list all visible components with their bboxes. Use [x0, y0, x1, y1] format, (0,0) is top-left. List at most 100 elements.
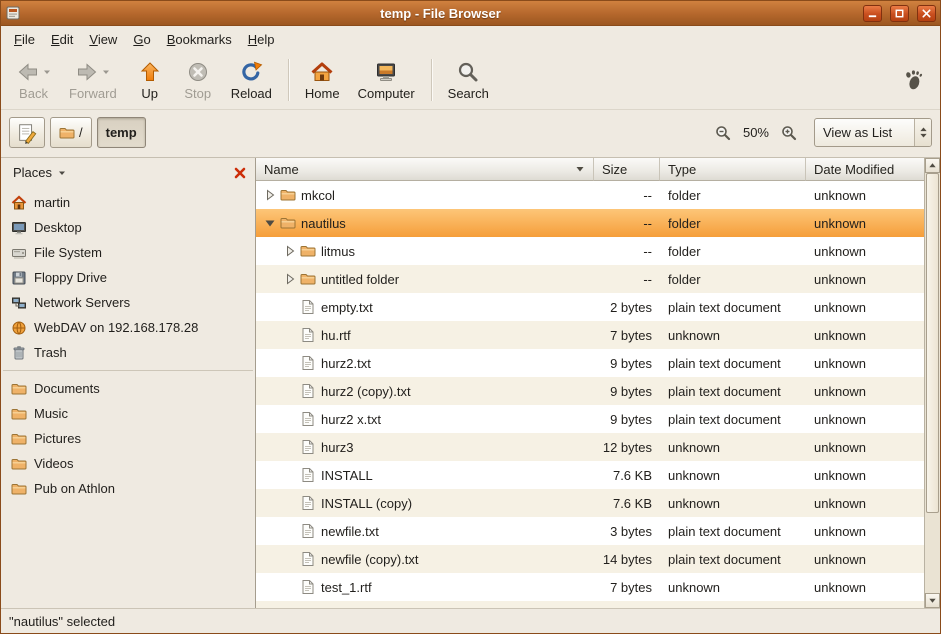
expand-icon[interactable]	[282, 272, 298, 286]
column-header-name[interactable]: Name	[256, 158, 594, 181]
file-size: 7 bytes	[594, 328, 660, 343]
place-item-webdav-on-192-168-178-28[interactable]: WebDAV on 192.168.178.28	[1, 315, 255, 340]
collapse-icon[interactable]	[262, 216, 278, 230]
file-size: 12 bytes	[594, 440, 660, 455]
file-row-mkcol[interactable]: mkcol--folderunknown	[256, 181, 924, 209]
file-name: newfile (copy).txt	[321, 552, 419, 567]
place-item-network-servers[interactable]: Network Servers	[1, 290, 255, 315]
menu-view[interactable]: View	[81, 28, 125, 51]
stop-icon	[186, 60, 210, 84]
place-item-trash[interactable]: Trash	[1, 340, 255, 365]
stepper-icon[interactable]	[914, 119, 931, 146]
home-user-icon	[11, 195, 27, 211]
view-mode-select[interactable]: View as List	[814, 118, 932, 147]
menu-help[interactable]: Help	[240, 28, 283, 51]
path-root-button[interactable]: /	[50, 117, 92, 148]
window-title: temp - File Browser	[26, 6, 855, 21]
file-type: unknown	[660, 496, 806, 511]
stop-button: Stop	[174, 56, 222, 104]
file-type: plain text document	[660, 300, 806, 315]
forward-icon	[75, 60, 99, 84]
places-title: Places	[13, 165, 52, 180]
file-row-install[interactable]: INSTALL7.6 KBunknownunknown	[256, 461, 924, 489]
computer-button[interactable]: Computer	[349, 56, 424, 104]
column-label-date-modified: Date Modified	[814, 162, 894, 177]
menu-bookmarks[interactable]: Bookmarks	[159, 28, 240, 51]
file-row-untitled-folder[interactable]: untitled folder--folderunknown	[256, 265, 924, 293]
places-dropdown[interactable]: Places	[5, 161, 74, 184]
place-label: Trash	[34, 345, 67, 360]
file-row-hurz2-txt[interactable]: hurz2.txt9 bytesplain text documentunkno…	[256, 349, 924, 377]
zoom-in-button[interactable]	[777, 123, 801, 143]
file-name: litmus	[321, 244, 355, 259]
file-row-newfile-copy-txt[interactable]: newfile (copy).txt14 bytesplain text doc…	[256, 545, 924, 573]
file-type: unknown	[660, 468, 806, 483]
folder-icon	[300, 243, 316, 259]
file-date-modified: unknown	[806, 552, 924, 567]
search-icon	[456, 60, 480, 84]
titlebar[interactable]: temp - File Browser	[1, 1, 940, 26]
chevron-down-icon	[58, 169, 66, 177]
toggle-location-entry-button[interactable]	[9, 117, 45, 148]
close-button[interactable]	[917, 5, 936, 22]
file-row-nautilus[interactable]: nautilus--folderunknown	[256, 209, 924, 237]
maximize-button[interactable]	[890, 5, 909, 22]
scrollbar-thumb[interactable]	[926, 173, 939, 513]
file-row-install-copy[interactable]: INSTALL (copy)7.6 KBunknownunknown	[256, 489, 924, 517]
place-item-music[interactable]: Music	[1, 401, 255, 426]
file-row-test-1-rtf[interactable]: test_1.rtf7 bytesunknownunknown	[256, 573, 924, 601]
zoom-out-button[interactable]	[711, 123, 735, 143]
column-header-type[interactable]: Type	[660, 158, 806, 181]
menu-file[interactable]: File	[6, 28, 43, 51]
edit-location-icon	[16, 122, 38, 144]
file-row-litmus[interactable]: litmus--folderunknown	[256, 237, 924, 265]
column-label-name: Name	[264, 162, 299, 177]
file-row-newfile-txt[interactable]: newfile.txt3 bytesplain text documentunk…	[256, 517, 924, 545]
expand-icon[interactable]	[282, 244, 298, 258]
file-row-hurz3[interactable]: hurz312 bytesunknownunknown	[256, 433, 924, 461]
menu-edit[interactable]: Edit	[43, 28, 81, 51]
place-item-videos[interactable]: Videos	[1, 451, 255, 476]
file-row-hu-rtf[interactable]: hu.rtf7 bytesunknownunknown	[256, 321, 924, 349]
place-item-file-system[interactable]: File System	[1, 240, 255, 265]
network-icon	[11, 295, 27, 311]
menu-go[interactable]: Go	[125, 28, 158, 51]
file-name: test_1.rtf	[321, 580, 372, 595]
place-item-desktop[interactable]: Desktop	[1, 215, 255, 240]
scroll-down-button[interactable]	[925, 593, 940, 608]
file-row-empty-txt[interactable]: empty.txt2 bytesplain text documentunkno…	[256, 293, 924, 321]
place-item-pub-on-athlon[interactable]: Pub on Athlon	[1, 476, 255, 501]
menubar: FileEditViewGoBookmarksHelp	[1, 26, 940, 53]
column-header-size[interactable]: Size	[594, 158, 660, 181]
path-current-button[interactable]: temp	[97, 117, 146, 148]
place-item-documents[interactable]: Documents	[1, 376, 255, 401]
vertical-scrollbar[interactable]	[924, 158, 940, 608]
expand-icon[interactable]	[262, 188, 278, 202]
file-size: 9 bytes	[594, 384, 660, 399]
scrollbar-track[interactable]	[925, 173, 940, 593]
file-date-modified: unknown	[806, 496, 924, 511]
reload-button[interactable]: Reload	[222, 56, 281, 104]
file-type: unknown	[660, 328, 806, 343]
drive-icon	[11, 245, 27, 261]
zoom-level: 50%	[743, 125, 769, 140]
search-button[interactable]: Search	[439, 56, 498, 104]
folder-icon	[11, 431, 27, 447]
file-row-untitled-folder-2[interactable]: untitled folder (2)1.7 KBunknownunknown	[256, 601, 924, 608]
close-side-pane-button[interactable]	[229, 164, 251, 182]
scroll-up-button[interactable]	[925, 158, 940, 173]
file-type: unknown	[660, 580, 806, 595]
place-item-martin[interactable]: martin	[1, 190, 255, 215]
file-size: 2 bytes	[594, 300, 660, 315]
file-row-hurz2-copy-txt[interactable]: hurz2 (copy).txt9 bytesplain text docume…	[256, 377, 924, 405]
minimize-button[interactable]	[863, 5, 882, 22]
place-item-pictures[interactable]: Pictures	[1, 426, 255, 451]
file-icon	[300, 355, 316, 371]
up-button[interactable]: Up	[126, 56, 174, 104]
home-button[interactable]: Home	[296, 56, 349, 104]
place-item-floppy-drive[interactable]: Floppy Drive	[1, 265, 255, 290]
file-row-hurz2-x-txt[interactable]: hurz2 x.txt9 bytesplain text documentunk…	[256, 405, 924, 433]
maximize-icon	[894, 8, 905, 19]
column-header-date-modified[interactable]: Date Modified	[806, 158, 924, 181]
file-icon	[300, 495, 316, 511]
